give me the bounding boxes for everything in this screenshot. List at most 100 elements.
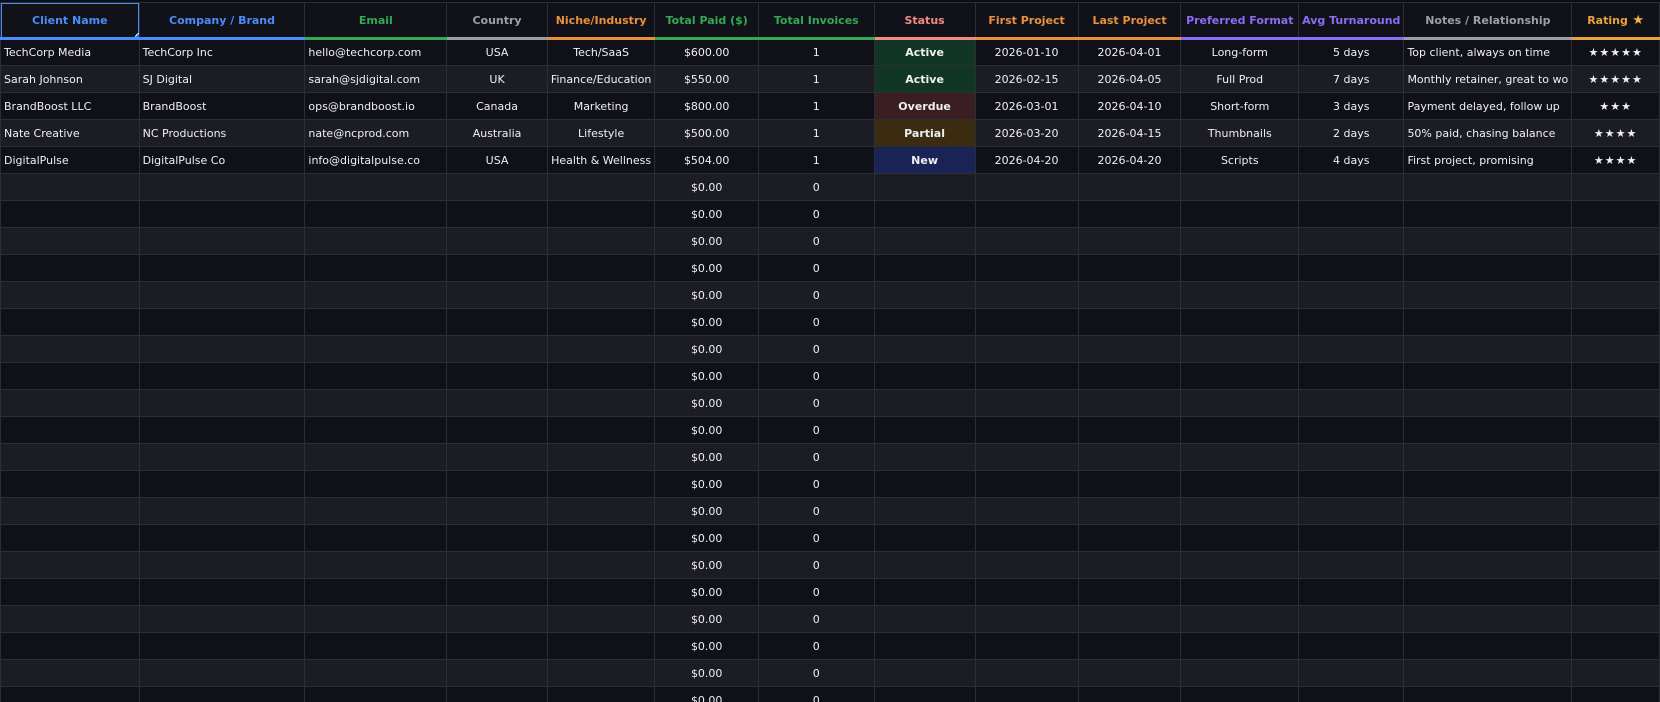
email-cell[interactable] <box>304 659 448 687</box>
niche-cell[interactable] <box>546 470 656 498</box>
country-cell[interactable] <box>446 416 548 444</box>
preferred-format-cell[interactable]: Thumbnails <box>1180 119 1300 147</box>
avg-turnaround-cell[interactable] <box>1298 686 1405 702</box>
avg-turnaround-cell[interactable] <box>1298 308 1405 336</box>
niche-cell[interactable] <box>546 173 656 201</box>
company-cell[interactable] <box>138 524 306 552</box>
status-cell[interactable] <box>873 686 976 702</box>
total-paid-cell[interactable]: $0.00 <box>654 281 759 309</box>
total-paid-cell[interactable]: $550.00 <box>654 65 759 93</box>
country-cell[interactable]: UK <box>446 65 548 93</box>
status-cell[interactable] <box>873 362 976 390</box>
avg-turnaround-cell[interactable] <box>1298 281 1405 309</box>
rating-cell[interactable] <box>1571 632 1660 660</box>
notes-cell[interactable]: Monthly retainer, great to wo <box>1403 65 1573 93</box>
client-name-cell[interactable] <box>0 578 140 606</box>
client-name-cell[interactable] <box>0 605 140 633</box>
client-name-cell[interactable] <box>0 200 140 228</box>
avg-turnaround-cell[interactable] <box>1298 578 1405 606</box>
total-paid-cell[interactable]: $600.00 <box>654 38 759 66</box>
niche-cell[interactable] <box>546 524 656 552</box>
client-name-cell[interactable] <box>0 416 140 444</box>
first-project-cell[interactable] <box>974 605 1079 633</box>
last-project-cell[interactable] <box>1077 308 1182 336</box>
total-invoices-cell[interactable]: 0 <box>757 362 875 390</box>
total-paid-cell[interactable]: $800.00 <box>654 92 759 120</box>
notes-cell[interactable] <box>1403 659 1573 687</box>
email-cell[interactable] <box>304 605 448 633</box>
avg-turnaround-cell[interactable] <box>1298 254 1405 282</box>
status-cell[interactable] <box>873 416 976 444</box>
company-cell[interactable]: SJ Digital <box>138 65 306 93</box>
country-cell[interactable] <box>446 578 548 606</box>
email-cell[interactable] <box>304 308 448 336</box>
notes-cell[interactable] <box>1403 416 1573 444</box>
column-header-last-project[interactable]: Last Project <box>1077 2 1182 40</box>
country-cell[interactable]: Australia <box>446 119 548 147</box>
rating-cell[interactable] <box>1571 281 1660 309</box>
first-project-cell[interactable] <box>974 632 1079 660</box>
status-cell[interactable] <box>873 443 976 471</box>
preferred-format-cell[interactable] <box>1180 389 1300 417</box>
rating-cell[interactable] <box>1571 254 1660 282</box>
rating-cell[interactable]: ★★★★★ <box>1571 65 1660 93</box>
total-paid-cell[interactable]: $0.00 <box>654 416 759 444</box>
last-project-cell[interactable] <box>1077 659 1182 687</box>
notes-cell[interactable]: Payment delayed, follow up <box>1403 92 1573 120</box>
niche-cell[interactable] <box>546 605 656 633</box>
client-name-cell[interactable] <box>0 551 140 579</box>
rating-cell[interactable] <box>1571 578 1660 606</box>
niche-cell[interactable]: Health & Wellness <box>546 146 656 174</box>
client-name-cell[interactable] <box>0 470 140 498</box>
notes-cell[interactable]: First project, promising <box>1403 146 1573 174</box>
client-name-cell[interactable] <box>0 281 140 309</box>
company-cell[interactable] <box>138 200 306 228</box>
avg-turnaround-cell[interactable] <box>1298 443 1405 471</box>
status-cell[interactable] <box>873 659 976 687</box>
notes-cell[interactable] <box>1403 443 1573 471</box>
notes-cell[interactable] <box>1403 362 1573 390</box>
rating-cell[interactable] <box>1571 200 1660 228</box>
email-cell[interactable] <box>304 416 448 444</box>
niche-cell[interactable] <box>546 362 656 390</box>
total-invoices-cell[interactable]: 1 <box>757 119 875 147</box>
niche-cell[interactable] <box>546 254 656 282</box>
email-cell[interactable]: ops@brandboost.io <box>304 92 448 120</box>
avg-turnaround-cell[interactable] <box>1298 227 1405 255</box>
last-project-cell[interactable]: 2026-04-15 <box>1077 119 1182 147</box>
country-cell[interactable] <box>446 281 548 309</box>
status-cell[interactable] <box>873 578 976 606</box>
rating-cell[interactable] <box>1571 497 1660 525</box>
preferred-format-cell[interactable] <box>1180 605 1300 633</box>
company-cell[interactable] <box>138 227 306 255</box>
last-project-cell[interactable] <box>1077 389 1182 417</box>
preferred-format-cell[interactable]: Long-form <box>1180 38 1300 66</box>
avg-turnaround-cell[interactable] <box>1298 470 1405 498</box>
company-cell[interactable] <box>138 686 306 702</box>
rating-cell[interactable]: ★★★★ <box>1571 119 1660 147</box>
column-header-total-invoices[interactable]: Total Invoices <box>757 2 875 40</box>
total-paid-cell[interactable]: $0.00 <box>654 308 759 336</box>
company-cell[interactable]: DigitalPulse Co <box>138 146 306 174</box>
total-paid-cell[interactable]: $0.00 <box>654 497 759 525</box>
niche-cell[interactable] <box>546 389 656 417</box>
status-cell[interactable] <box>873 470 976 498</box>
status-cell[interactable] <box>873 308 976 336</box>
total-invoices-cell[interactable]: 0 <box>757 605 875 633</box>
country-cell[interactable] <box>446 173 548 201</box>
client-name-cell[interactable] <box>0 524 140 552</box>
country-cell[interactable] <box>446 497 548 525</box>
client-name-cell[interactable] <box>0 686 140 702</box>
notes-cell[interactable] <box>1403 605 1573 633</box>
last-project-cell[interactable] <box>1077 200 1182 228</box>
total-invoices-cell[interactable]: 0 <box>757 173 875 201</box>
rating-cell[interactable] <box>1571 335 1660 363</box>
selection-fill-handle[interactable] <box>134 33 139 36</box>
niche-cell[interactable] <box>546 632 656 660</box>
country-cell[interactable]: USA <box>446 146 548 174</box>
last-project-cell[interactable] <box>1077 173 1182 201</box>
email-cell[interactable]: sarah@sjdigital.com <box>304 65 448 93</box>
total-invoices-cell[interactable]: 0 <box>757 227 875 255</box>
last-project-cell[interactable] <box>1077 578 1182 606</box>
niche-cell[interactable] <box>546 227 656 255</box>
